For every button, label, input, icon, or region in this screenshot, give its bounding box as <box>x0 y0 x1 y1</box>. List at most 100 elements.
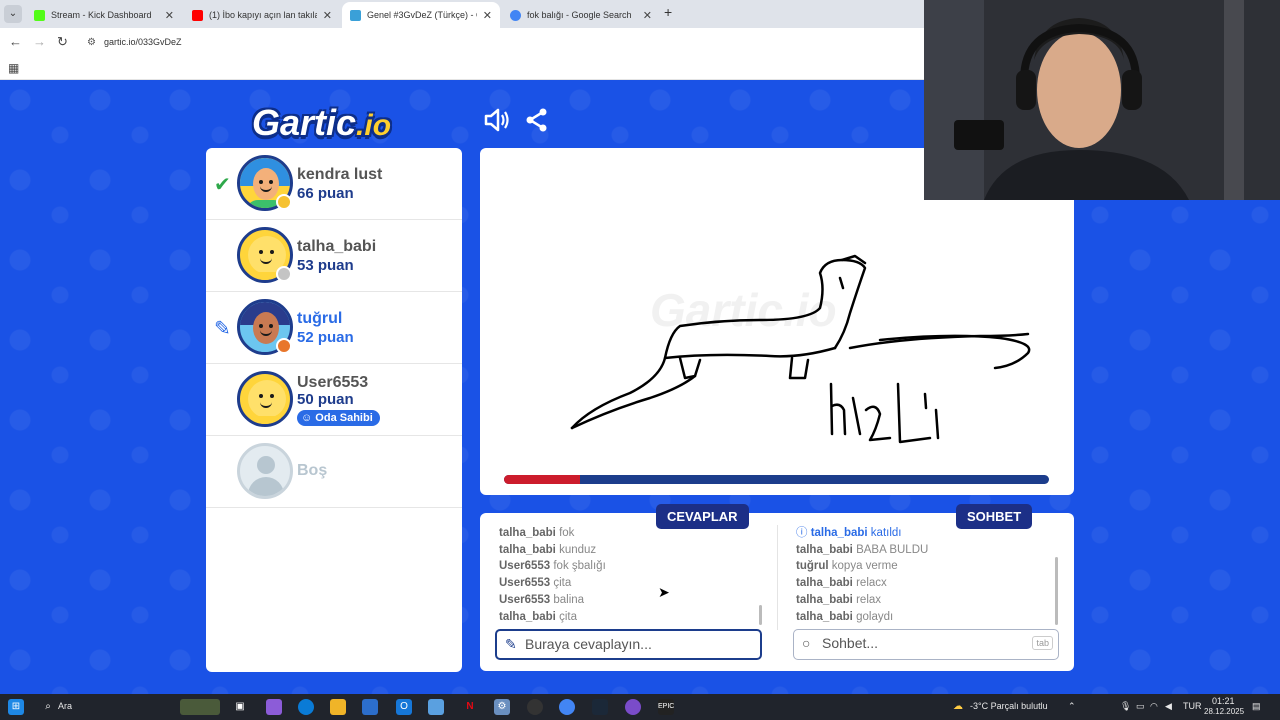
message-text: balina <box>553 593 585 606</box>
list-item: tuğrul kopya verme <box>796 558 1056 575</box>
answers-scrollbar[interactable] <box>759 605 762 625</box>
close-icon[interactable]: ✕ <box>643 9 652 22</box>
volume-icon[interactable]: ◀ <box>1165 701 1172 712</box>
file-explorer-icon[interactable] <box>330 699 346 715</box>
obs-icon[interactable] <box>527 699 543 715</box>
mouse-cursor-icon: ➤ <box>658 584 670 600</box>
app-icon[interactable] <box>428 699 444 715</box>
player-row[interactable]: ✔ kendra lust 66 puan <box>206 148 462 220</box>
browser-tab[interactable]: fok balığı - Google Search ✕ <box>502 2 660 28</box>
taskbar-search-label[interactable]: Ara <box>58 701 72 711</box>
answer-input[interactable] <box>525 636 745 652</box>
copilot-icon[interactable] <box>266 699 282 715</box>
task-view-icon[interactable]: ▣ <box>232 699 248 715</box>
round-timer-fill <box>504 475 581 484</box>
close-icon[interactable]: ✕ <box>323 9 332 22</box>
message-text: kunduz <box>559 543 597 556</box>
panel-divider <box>777 525 778 630</box>
settings-icon[interactable]: ⚙ <box>494 699 510 715</box>
clock-date[interactable]: 28.12.2025 <box>1204 707 1244 716</box>
chat-input-box[interactable]: ○ tab <box>793 629 1059 660</box>
outlook-icon[interactable]: O <box>396 699 412 715</box>
share-icon[interactable] <box>526 108 548 139</box>
player-row[interactable]: ✎ tuğrul 52 puan <box>206 292 462 364</box>
round-timer-bar <box>504 475 1049 484</box>
logo-io-text: .io <box>356 109 392 142</box>
logo-text: Gartic <box>252 102 357 143</box>
gartic-icon <box>350 9 361 21</box>
players-list: ✔ kendra lust 66 puan talha_babi 53 puan <box>206 148 462 672</box>
browser-nav-bar: ← → ↻ ⚙ gartic.io/033GvDeZ <box>0 28 924 56</box>
message-text: kopya verme <box>831 560 898 573</box>
list-item: talha_babi çita <box>499 609 759 626</box>
player-name: talha_babi <box>297 238 377 255</box>
list-item: talha_babi relax <box>796 592 1056 609</box>
webcam-figure <box>924 0 1280 200</box>
webcam-overlay <box>924 0 1280 200</box>
status-dot <box>276 266 292 282</box>
empty-slot-label: Boş <box>297 462 328 479</box>
player-points: 50 puan <box>297 391 354 408</box>
search-icon[interactable]: ⌕ <box>40 699 56 715</box>
chrome-icon[interactable] <box>559 699 575 715</box>
message-text: çita <box>553 577 572 590</box>
back-icon[interactable]: ← <box>9 34 22 49</box>
microphone-icon[interactable]: 🎙 <box>1120 701 1131 712</box>
list-item: User6553 çita <box>499 575 759 592</box>
pencil-icon: ✎ <box>505 636 517 652</box>
tab-search-icon[interactable]: ⌄ <box>4 5 22 23</box>
browser-tab[interactable]: Stream - Kick Dashboard ✕ <box>26 2 182 28</box>
chat-input[interactable] <box>822 635 1012 651</box>
answers-chat-panel: CEVAPLAR SOHBET talha_babi fok talha_bab… <box>480 504 1074 671</box>
message-user: talha_babi <box>796 593 853 606</box>
sound-icon[interactable] <box>484 108 510 139</box>
browser-tab[interactable]: (1) İbo kapıyı açın lan takılacaz ✕ <box>184 2 340 28</box>
tab-title: (1) İbo kapıyı açın lan takılacaz <box>209 10 317 20</box>
chat-scrollbar[interactable] <box>1055 557 1058 625</box>
player-row[interactable]: User6553 50 puan ☺ Oda Sahibi <box>206 364 462 436</box>
store-icon[interactable] <box>362 699 378 715</box>
clock-time[interactable]: 01:21 <box>1212 696 1235 706</box>
wifi-icon[interactable]: ◠ <box>1150 701 1158 712</box>
bookmarks-bar: ▦ <box>0 56 924 80</box>
tab-title: Stream - Kick Dashboard <box>51 10 152 20</box>
weather-text[interactable]: -3°C Parçalı bulutlu <box>970 701 1048 711</box>
windows-start-icon[interactable]: ⊞ <box>8 699 24 715</box>
apps-grid-icon[interactable]: ▦ <box>8 61 19 75</box>
player-name: User6553 <box>297 374 369 391</box>
tab-title: fok balığı - Google Search <box>527 10 632 20</box>
widgets-icon[interactable] <box>180 699 220 715</box>
steam-icon[interactable] <box>592 699 608 715</box>
weather-icon: ☁ <box>953 701 963 712</box>
url-text: gartic.io/033GvDeZ <box>104 37 182 47</box>
reload-icon[interactable]: ↻ <box>57 34 68 50</box>
netflix-icon[interactable]: N <box>462 699 478 715</box>
drawing-canvas[interactable]: Gartic.io <box>480 148 1074 495</box>
message-user: talha_babi <box>796 577 853 590</box>
answer-input-box[interactable]: ✎ <box>495 629 762 660</box>
list-item: talha_babi golaydı <box>796 609 1056 626</box>
discord-icon[interactable] <box>625 699 641 715</box>
close-icon[interactable]: ✕ <box>483 9 492 22</box>
message-user: talha_babi <box>810 527 868 539</box>
checkmark-icon: ✔ <box>214 174 231 196</box>
language-indicator[interactable]: TUR <box>1183 701 1202 711</box>
empty-slot: Boş <box>206 436 462 508</box>
network-icon[interactable]: ▭ <box>1136 701 1145 712</box>
edge-icon[interactable] <box>298 699 314 715</box>
address-bar[interactable]: ⚙ gartic.io/033GvDeZ <box>84 33 914 52</box>
browser-tab-bar: ⌄ Stream - Kick Dashboard ✕ (1) İbo kapı… <box>0 0 924 28</box>
chevron-up-icon[interactable]: ⌃ <box>1068 701 1076 712</box>
windows-taskbar: ⊞ ⌕ Ara ▣ O N ⚙ EPIC ☁ -3°C Parçalı bulu… <box>0 694 1280 720</box>
epic-games-icon[interactable]: EPIC <box>658 699 674 715</box>
pencil-icon: ✎ <box>214 318 231 340</box>
notification-icon[interactable]: ▤ <box>1252 701 1261 712</box>
status-dot <box>276 338 292 354</box>
browser-tab-active[interactable]: Genel #3GvDeZ (Türkçe) - Gartic ✕ <box>342 2 500 28</box>
close-icon[interactable]: ✕ <box>165 9 174 22</box>
site-info-icon[interactable]: ⚙ <box>87 33 96 52</box>
message-text: fok <box>559 527 575 539</box>
forward-icon[interactable]: → <box>33 34 46 49</box>
new-tab-icon[interactable]: + <box>664 4 672 20</box>
player-row[interactable]: talha_babi 53 puan <box>206 220 462 292</box>
